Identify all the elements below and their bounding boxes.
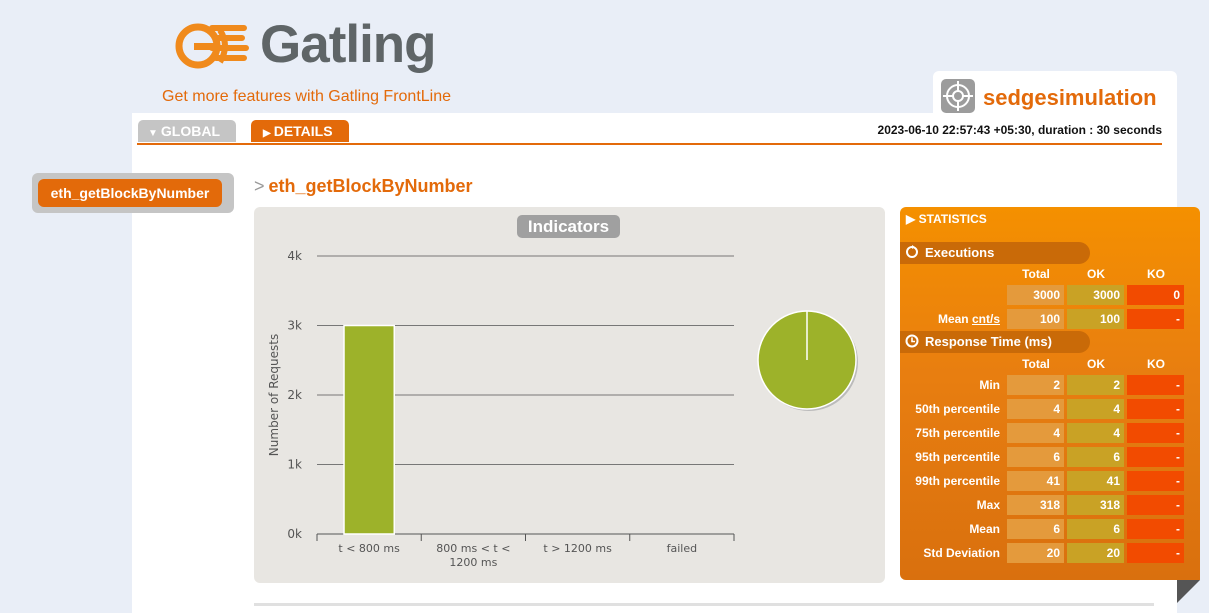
rt-cell-ko: -	[1127, 471, 1184, 491]
mean-label-text: Mean	[937, 312, 969, 326]
mean-cnt-label: Mean cnt/s	[938, 312, 1000, 326]
y-tick-label: 0k	[287, 527, 302, 541]
refresh-icon	[906, 245, 918, 258]
divider	[137, 143, 1162, 145]
tab-global[interactable]: ▼ GLOBAL	[138, 120, 236, 142]
caret-right-icon: ▶	[906, 212, 919, 226]
rt-row-label: Max	[976, 498, 1000, 512]
caret-right-icon: ▶	[263, 128, 271, 139]
rt-row-label: 95th percentile	[915, 450, 1000, 464]
rt-cell-total: 6	[1007, 519, 1064, 539]
response-time-heading: Response Time (ms)	[900, 331, 1090, 353]
indicators-label: Indicators	[517, 215, 620, 238]
rt-cell-ko: -	[1127, 543, 1184, 563]
rt-cell-ok: 6	[1067, 519, 1124, 539]
tab-details-label: DETAILS	[273, 123, 333, 139]
run-info: 2023-06-10 22:57:43 +05:30, duration : 3…	[877, 123, 1162, 137]
target-icon	[941, 79, 975, 113]
x-tick-label: t > 1200 ms	[543, 542, 612, 555]
tab-details[interactable]: ▶ DETAILS	[251, 120, 349, 142]
simulation-box: sedgesimulation	[933, 71, 1177, 121]
rt-cell-ko: -	[1127, 399, 1184, 419]
x-tick-label: 1200 ms	[449, 556, 497, 569]
rt-row-label: 99th percentile	[915, 474, 1000, 488]
rt-col-ok: OK	[1087, 357, 1105, 371]
gatling-logo-icon	[175, 23, 249, 69]
rt-cell-ok: 318	[1067, 495, 1124, 515]
rt-col-ko: KO	[1147, 357, 1165, 371]
sidebar-item-request[interactable]: eth_getBlockByNumber	[38, 179, 222, 207]
mean-cnt-total: 100	[1007, 309, 1064, 329]
cnt-unit: cnt/s	[971, 312, 1000, 326]
tab-global-label: GLOBAL	[160, 123, 221, 139]
rt-cell-ko: -	[1127, 447, 1184, 467]
executions-heading-text: Executions	[925, 245, 995, 260]
rt-cell-total: 6	[1007, 447, 1064, 467]
rt-cell-ok: 6	[1067, 447, 1124, 467]
x-tick-label: failed	[667, 542, 697, 555]
rt-col-total: Total	[1022, 357, 1050, 371]
rt-cell-total: 41	[1007, 471, 1064, 491]
rt-cell-total: 20	[1007, 543, 1064, 563]
simulation-name: sedgesimulation	[983, 85, 1157, 110]
rt-cell-total: 318	[1007, 495, 1064, 515]
indicators-chart: 0k 1k 2k 3k 4k Number of Requests t < 800 ms 80…	[267, 249, 858, 569]
response-time-heading-text: Response Time (ms)	[925, 334, 1052, 349]
rt-row-label: 50th percentile	[915, 402, 1000, 416]
bar	[343, 324, 395, 535]
clock-icon	[905, 334, 919, 348]
rt-row-label: 75th percentile	[915, 426, 1000, 440]
executions-heading: Executions	[900, 242, 1090, 264]
frontline-link[interactable]: Get more features with Gatling FrontLine	[162, 88, 451, 106]
rt-row-label: Min	[979, 378, 1000, 392]
rt-cell-ko: -	[1127, 423, 1184, 443]
col-total: Total	[1022, 267, 1050, 281]
col-ko: KO	[1147, 267, 1165, 281]
rt-cell-total: 2	[1007, 375, 1064, 395]
y-tick-label: 1k	[287, 458, 302, 472]
arrow-icon: >	[254, 176, 265, 196]
request-title: > eth_getBlockByNumber	[254, 176, 473, 197]
rt-cell-total: 4	[1007, 423, 1064, 443]
col-ok: OK	[1087, 267, 1105, 281]
mean-cnt-ok: 100	[1067, 309, 1124, 329]
rt-cell-ko: -	[1127, 519, 1184, 539]
panel-corner	[1177, 580, 1200, 603]
exec-ok: 3000	[1067, 285, 1124, 305]
statistics-title-text: STATISTICS	[918, 212, 987, 226]
rt-cell-ok: 4	[1067, 423, 1124, 443]
y-tick-label: 2k	[287, 388, 302, 402]
rt-cell-total: 4	[1007, 399, 1064, 419]
rt-cell-ok: 41	[1067, 471, 1124, 491]
x-tick-label: t < 800 ms	[338, 542, 400, 555]
sidebar: eth_getBlockByNumber	[32, 173, 234, 213]
rt-row-label: Mean	[969, 522, 1000, 536]
y-tick-label: 3k	[287, 319, 302, 333]
mean-cnt-ko: -	[1127, 309, 1184, 329]
request-title-text: eth_getBlockByNumber	[268, 176, 473, 196]
y-tick-label: 4k	[287, 249, 302, 263]
rt-cell-ok: 4	[1067, 399, 1124, 419]
x-tick-label: 800 ms < t <	[436, 542, 510, 555]
rt-cell-ok: 20	[1067, 543, 1124, 563]
y-axis-label: Number of Requests	[267, 334, 281, 456]
statistics-panel: ▶ STATISTICS Executions Total OK KO 3000…	[900, 207, 1200, 580]
statistics-title[interactable]: ▶ STATISTICS	[906, 212, 987, 226]
rt-cell-ko: -	[1127, 495, 1184, 515]
exec-total: 3000	[1007, 285, 1064, 305]
exec-ko: 0	[1127, 285, 1184, 305]
rt-cell-ko: -	[1127, 375, 1184, 395]
rt-row-label: Std Deviation	[923, 546, 1000, 560]
logo-text: Gatling	[260, 15, 437, 74]
rt-cell-ok: 2	[1067, 375, 1124, 395]
caret-down-icon: ▼	[148, 128, 158, 139]
